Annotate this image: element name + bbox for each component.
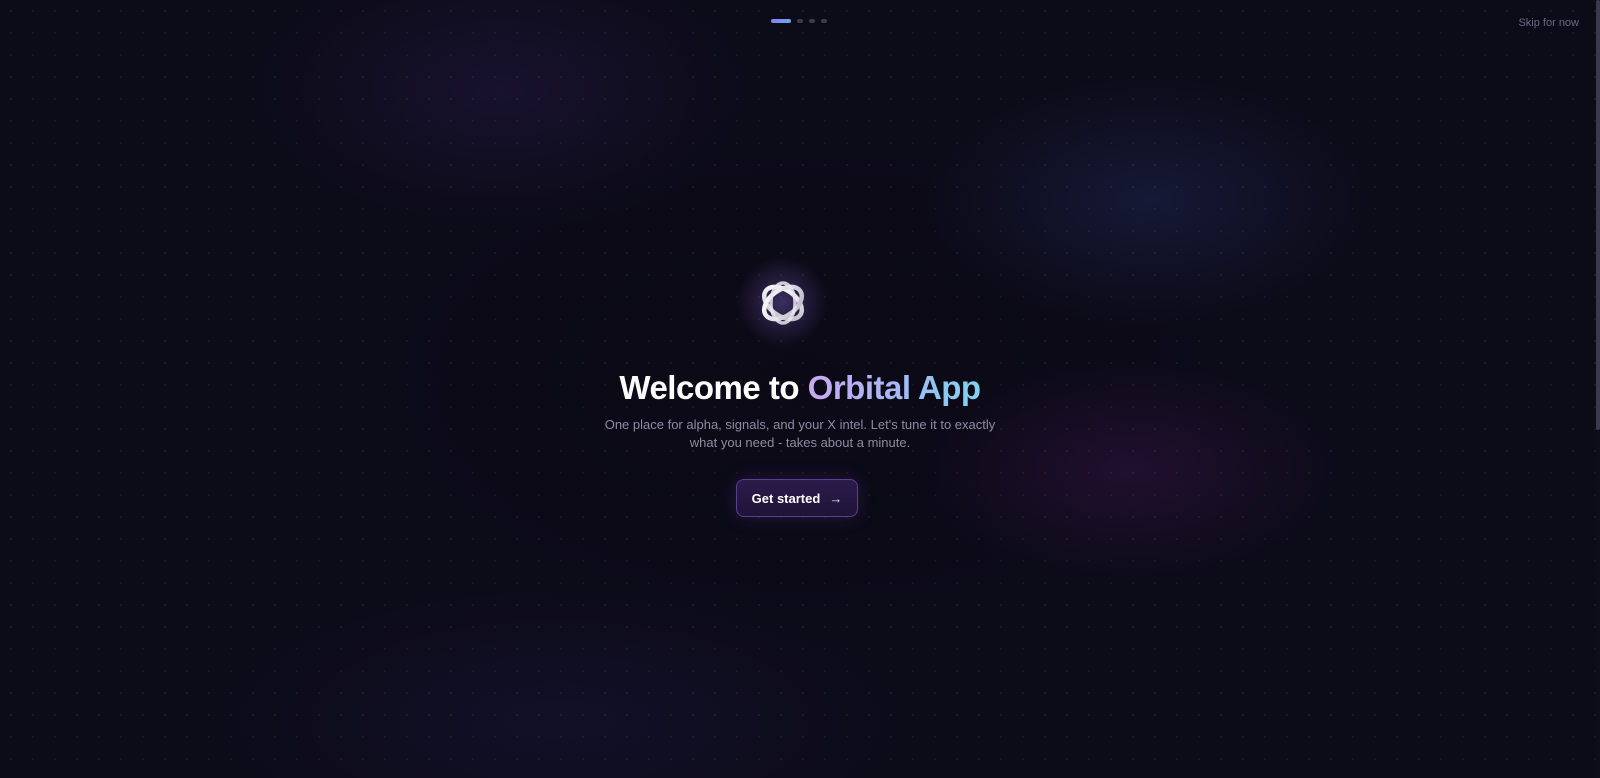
progress-step-2 [797, 19, 803, 23]
brand-name: Orbital App [807, 369, 981, 406]
logo [732, 252, 832, 352]
progress-step-3 [809, 19, 815, 23]
arrow-right-icon: → [829, 490, 843, 506]
progress-step-4 [821, 19, 827, 23]
progress-steps [771, 19, 827, 23]
welcome-subtitle: One place for alpha, signals, and your X… [604, 417, 996, 450]
welcome-heading: Welcome to Orbital App [0, 369, 1600, 407]
get-started-label: Get started [751, 490, 821, 506]
progress-step-1 [771, 19, 791, 23]
skip-link[interactable]: Skip for now [1518, 17, 1579, 29]
orbital-rings-icon [762, 281, 804, 325]
get-started-button[interactable]: Get started → [736, 479, 858, 517]
onboarding-screen: Skip for now Welcome to Orbital App One … [0, 0, 1600, 778]
heading-prefix: Welcome to [619, 369, 808, 406]
scrollbar-thumb[interactable] [1596, 0, 1600, 430]
